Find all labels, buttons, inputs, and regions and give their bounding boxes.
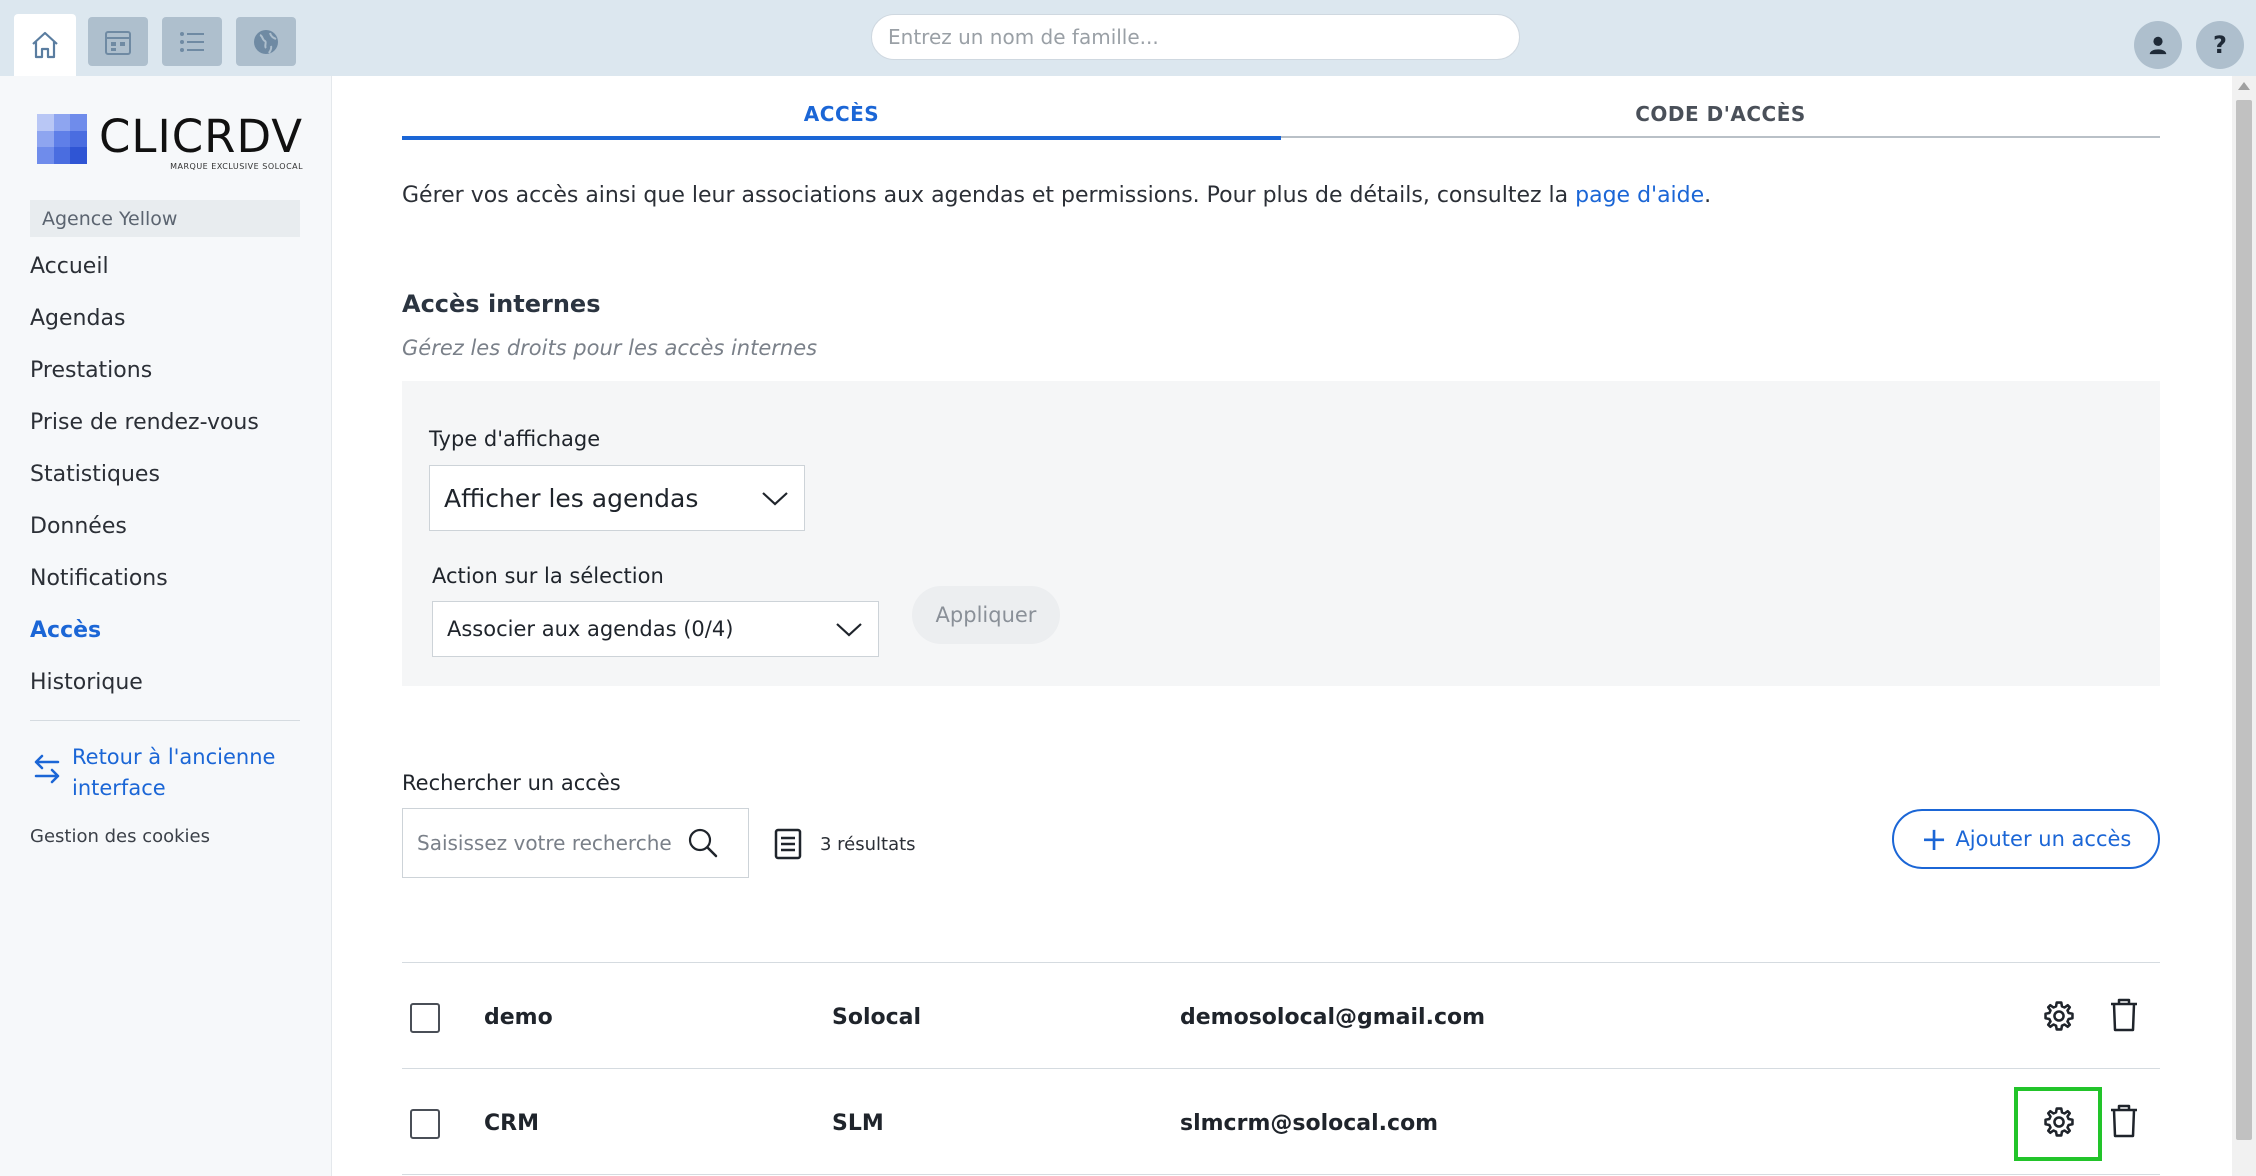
sidebar-divider [30, 720, 300, 721]
intro-text-body: Gérer vos accès ainsi que leur associati… [402, 183, 1576, 208]
home-icon [32, 31, 58, 59]
back-link-label: Retour à l'ancienne interface [72, 745, 276, 800]
help-button[interactable]: ? [2196, 21, 2244, 69]
chevron-down-icon [836, 623, 862, 637]
cookies-link[interactable]: Gestion des cookies [30, 826, 210, 847]
results-count: 3 résultats [774, 828, 916, 860]
back-to-old-interface-link[interactable]: Retour à l'ancienne interface [32, 742, 292, 804]
calendar-icon [105, 30, 131, 55]
search-access-box [402, 808, 749, 878]
family-name-search-input[interactable] [871, 14, 1520, 60]
sidebar-item-historique[interactable]: Historique [30, 668, 259, 720]
gear-icon[interactable] [2042, 999, 2076, 1033]
action-label: Action sur la sélection [432, 564, 664, 588]
apply-button[interactable]: Appliquer [912, 586, 1060, 644]
sidebar-item-prise-rdv[interactable]: Prise de rendez-vous [30, 408, 259, 460]
row-company: SLM [832, 1111, 884, 1136]
sidebar-item-donnees[interactable]: Données [30, 512, 259, 564]
sidebar-item-agendas[interactable]: Agendas [30, 304, 259, 356]
section-subtitle: Gérez les droits pour les accès internes [402, 336, 818, 360]
logo-name: CLICRDV [99, 110, 304, 163]
top-bar: ? [0, 0, 2256, 76]
section-title: Accès internes [402, 290, 601, 318]
row-checkbox[interactable] [410, 1109, 440, 1139]
sidebar-item-prestations[interactable]: Prestations [30, 356, 259, 408]
action-value: Associer aux agendas (0/4) [447, 617, 734, 641]
access-table: demo Solocal demosolocal@gmail.com CRM S… [402, 962, 2160, 1175]
display-type-value: Afficher les agendas [444, 483, 699, 513]
action-select[interactable]: Associer aux agendas (0/4) [432, 601, 879, 657]
sidebar-item-notifications[interactable]: Notifications [30, 564, 259, 616]
user-icon [2149, 36, 2167, 55]
display-type-label: Type d'affichage [429, 427, 601, 451]
tab-code-acces[interactable]: CODE D'ACCÈS [1281, 98, 2160, 138]
swap-arrows-icon [34, 754, 60, 784]
help-icon: ? [2213, 31, 2227, 59]
document-list-icon [774, 828, 802, 860]
page-scrollbar[interactable] [2232, 76, 2256, 1176]
list-button[interactable] [162, 17, 222, 66]
clicrdv-logo[interactable]: CLICRDV MARQUE EXCLUSIVE SOLOCAL [37, 114, 303, 171]
search-access-label: Rechercher un accès [402, 771, 621, 795]
plus-icon: + [1920, 820, 1948, 858]
logo-tagline: MARQUE EXCLUSIVE SOLOCAL [170, 162, 304, 171]
calendar-button[interactable] [88, 17, 148, 66]
logo-mark [37, 114, 87, 164]
add-access-button[interactable]: + Ajouter un accès [1892, 809, 2160, 869]
intro-text-end: . [1704, 183, 1712, 208]
sidebar-nav: Accueil Agendas Prestations Prise de ren… [30, 252, 259, 720]
intro-text: Gérer vos accès ainsi que leur associati… [402, 183, 1711, 208]
search-access-input[interactable] [417, 831, 687, 855]
table-row: demo Solocal demosolocal@gmail.com [402, 963, 2160, 1069]
list-icon [180, 31, 204, 52]
row-email: slmcrm@solocal.com [1180, 1111, 1439, 1136]
add-access-label: Ajouter un accès [1955, 827, 2132, 851]
gear-icon[interactable] [2042, 1105, 2076, 1139]
chevron-down-icon [762, 492, 788, 506]
home-button[interactable] [14, 14, 76, 76]
sidebar-item-acces[interactable]: Accès [30, 616, 259, 668]
globe-button[interactable] [236, 17, 296, 66]
trash-icon[interactable] [2108, 997, 2140, 1033]
row-name: CRM [484, 1111, 539, 1136]
display-type-select[interactable]: Afficher les agendas [429, 465, 805, 531]
tab-bar: ACCÈS CODE D'ACCÈS [402, 98, 2160, 140]
sidebar-item-accueil[interactable]: Accueil [30, 252, 259, 304]
scroll-up-icon[interactable] [2238, 82, 2250, 90]
help-page-link[interactable]: page d'aide [1575, 183, 1704, 208]
account-button[interactable] [2134, 21, 2182, 69]
sidebar-item-statistiques[interactable]: Statistiques [30, 460, 259, 512]
scrollbar-thumb[interactable] [2236, 100, 2252, 1140]
tab-acces[interactable]: ACCÈS [402, 98, 1281, 140]
filter-panel: Type d'affichage Afficher les agendas Ac… [402, 381, 2160, 686]
trash-icon[interactable] [2108, 1103, 2140, 1139]
search-icon[interactable] [687, 827, 719, 859]
row-email: demosolocal@gmail.com [1180, 1005, 1486, 1030]
sidebar: CLICRDV MARQUE EXCLUSIVE SOLOCAL Agence … [0, 76, 332, 1176]
row-checkbox[interactable] [410, 1003, 440, 1033]
table-row: CRM SLM slmcrm@solocal.com [402, 1069, 2160, 1175]
results-count-label: 3 résultats [820, 833, 916, 855]
row-company: Solocal [832, 1005, 922, 1030]
row-name: demo [484, 1005, 553, 1030]
globe-icon [254, 29, 278, 54]
agency-name: Agence Yellow [30, 200, 300, 237]
